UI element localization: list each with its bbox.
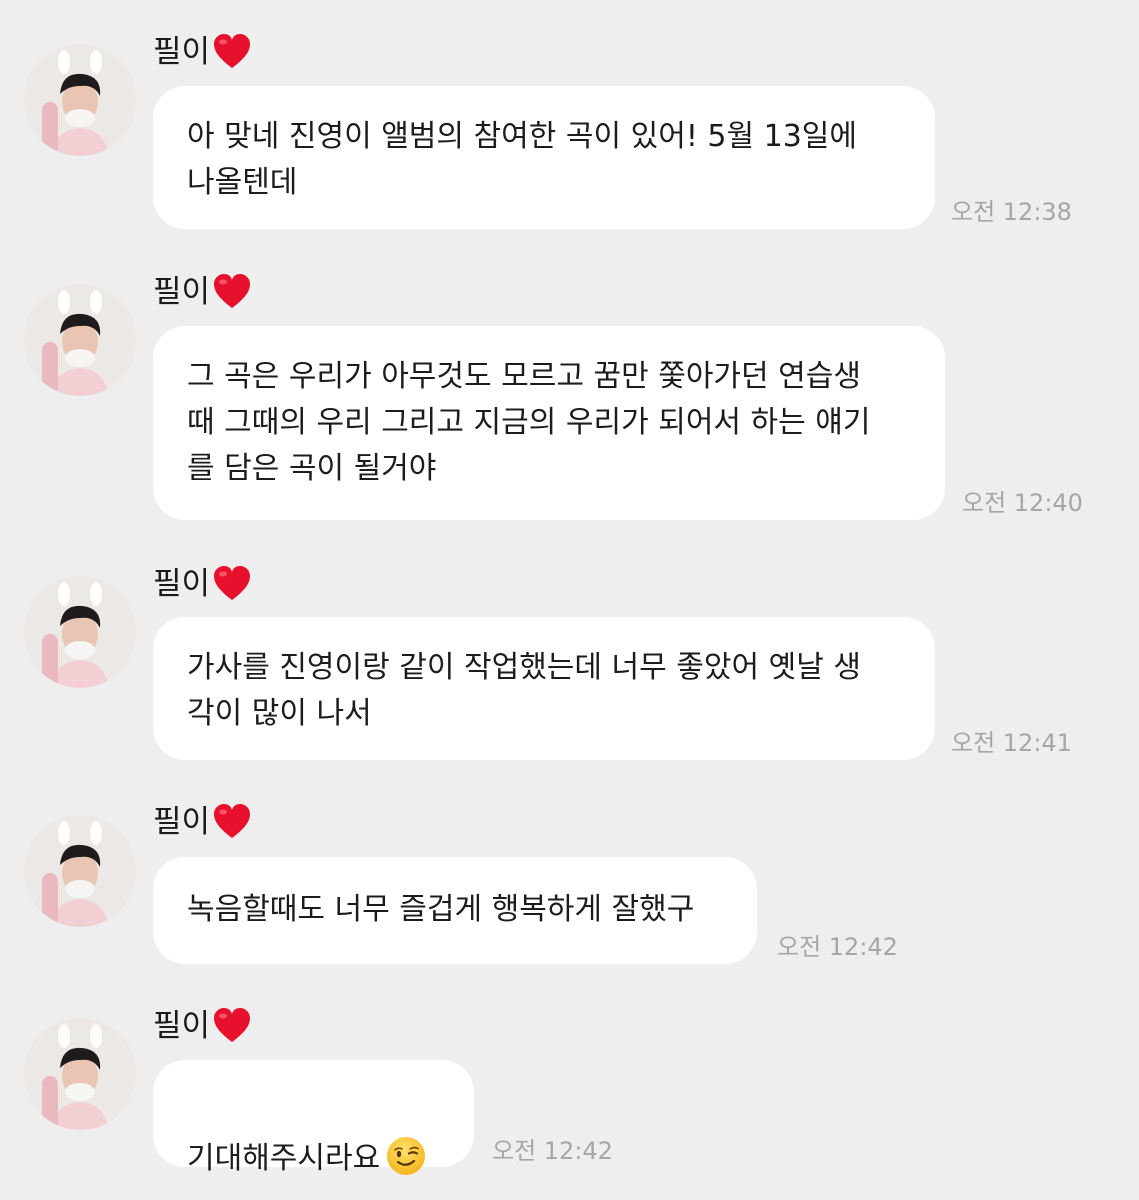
message-timestamp: 오전 12:42 bbox=[777, 933, 898, 961]
sender-name: 필이 bbox=[153, 30, 252, 74]
avatar[interactable] bbox=[24, 815, 136, 927]
message-bubble[interactable]: 그 곡은 우리가 아무것도 모르고 꿈만 쫓아가던 연습생 때 그때의 우리 그… bbox=[153, 326, 945, 520]
sender-name: 필이 bbox=[153, 270, 252, 314]
sender-name-label: 필이 bbox=[153, 34, 211, 70]
avatar[interactable] bbox=[24, 1018, 136, 1130]
heart-icon bbox=[214, 274, 251, 308]
message-text: 기대해주시라요 bbox=[187, 1141, 381, 1176]
heart-icon bbox=[214, 804, 251, 838]
message-bubble[interactable]: 아 맞네 진영이 앨범의 참여한 곡이 있어! 5월 13일에 나올텐데 bbox=[153, 86, 935, 229]
heart-icon bbox=[214, 566, 251, 600]
avatar[interactable] bbox=[24, 576, 136, 688]
heart-icon bbox=[214, 34, 251, 68]
message-bubble[interactable]: 가사를 진영이랑 같이 작업했는데 너무 좋았어 옛날 생 각이 많이 나서 bbox=[153, 617, 935, 760]
sender-name: 필이 bbox=[153, 800, 252, 844]
sender-name-label: 필이 bbox=[153, 566, 211, 602]
winking-face-icon bbox=[387, 1137, 426, 1175]
message-bubble[interactable]: 녹음할때도 너무 즐겁게 행복하게 잘했구 bbox=[153, 857, 757, 964]
avatar[interactable] bbox=[24, 284, 136, 396]
message-timestamp: 오전 12:42 bbox=[492, 1137, 613, 1165]
message-bubble[interactable]: 기대해주시라요 bbox=[153, 1060, 474, 1176]
sender-name: 필이 bbox=[153, 562, 252, 606]
sender-name-label: 필이 bbox=[153, 1008, 211, 1044]
avatar[interactable] bbox=[24, 44, 136, 156]
heart-icon bbox=[214, 1008, 251, 1042]
sender-name-label: 필이 bbox=[153, 274, 211, 310]
sender-name: 필이 bbox=[153, 1004, 252, 1048]
sender-name-label: 필이 bbox=[153, 804, 211, 840]
message-timestamp: 오전 12:38 bbox=[951, 198, 1072, 226]
message-timestamp: 오전 12:40 bbox=[962, 489, 1083, 517]
message-timestamp: 오전 12:41 bbox=[951, 729, 1072, 757]
